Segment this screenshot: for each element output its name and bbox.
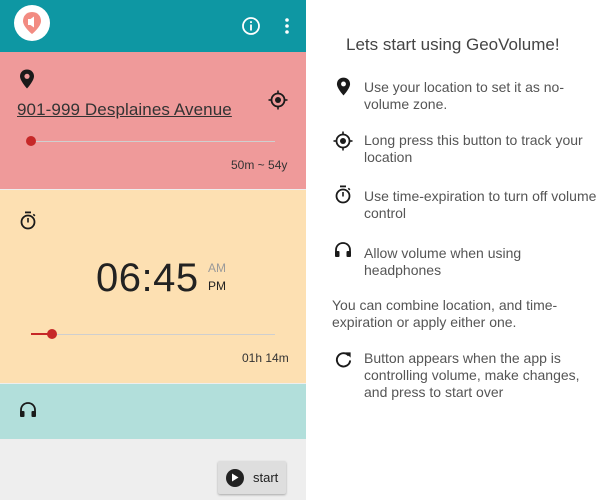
pm-label[interactable]: PM bbox=[208, 279, 226, 293]
location-range-track bbox=[31, 141, 275, 142]
location-pin-icon bbox=[332, 75, 354, 97]
gps-target-icon bbox=[332, 130, 354, 152]
help-item-headphones: Allow volume when using headphones bbox=[364, 245, 522, 278]
help-item-location: Use your location to set it as no-volume… bbox=[364, 79, 564, 112]
location-pin-icon bbox=[19, 69, 35, 94]
start-button[interactable]: start bbox=[218, 461, 286, 494]
headphones-icon bbox=[19, 402, 37, 423]
refresh-icon bbox=[332, 348, 354, 370]
more-vert-icon[interactable] bbox=[277, 16, 297, 36]
help-item-timer: Use time-expiration to turn off volume c… bbox=[364, 188, 597, 221]
stopwatch-icon bbox=[332, 183, 354, 205]
headphones-card bbox=[0, 384, 306, 439]
location-range-slider[interactable] bbox=[26, 136, 36, 146]
volume-pin-icon bbox=[23, 12, 41, 34]
gps-target-icon[interactable] bbox=[268, 90, 288, 115]
help-item-refresh: Button appears when the app is controlli… bbox=[364, 350, 580, 400]
time-clock[interactable]: 06:45 bbox=[96, 256, 199, 301]
stopwatch-icon bbox=[19, 211, 37, 235]
help-item-track: Long press this button to track your loc… bbox=[364, 132, 583, 165]
start-button-label: start bbox=[253, 470, 279, 485]
help-title: Lets start using GeoVolume! bbox=[346, 35, 560, 54]
am-label[interactable]: AM bbox=[208, 261, 226, 275]
play-icon bbox=[226, 468, 244, 487]
time-duration-track bbox=[31, 334, 275, 335]
headphones-icon bbox=[332, 239, 354, 261]
help-combine-text: You can combine location, and time-expir… bbox=[332, 297, 558, 330]
location-address[interactable]: 901-999 Desplaines Avenue bbox=[17, 100, 232, 120]
help-panel: Lets start using GeoVolume! Use your loc… bbox=[306, 0, 612, 500]
location-range-value: 50m ~ 54y bbox=[231, 158, 288, 172]
time-duration-slider[interactable] bbox=[47, 329, 57, 339]
app-logo bbox=[14, 5, 50, 41]
app-screen: 901-999 Desplaines Avenue 50m ~ 54y 06:4… bbox=[0, 0, 306, 500]
time-duration-value: 01h 14m bbox=[242, 351, 289, 365]
app-toolbar bbox=[0, 0, 306, 52]
info-icon[interactable] bbox=[241, 16, 261, 36]
